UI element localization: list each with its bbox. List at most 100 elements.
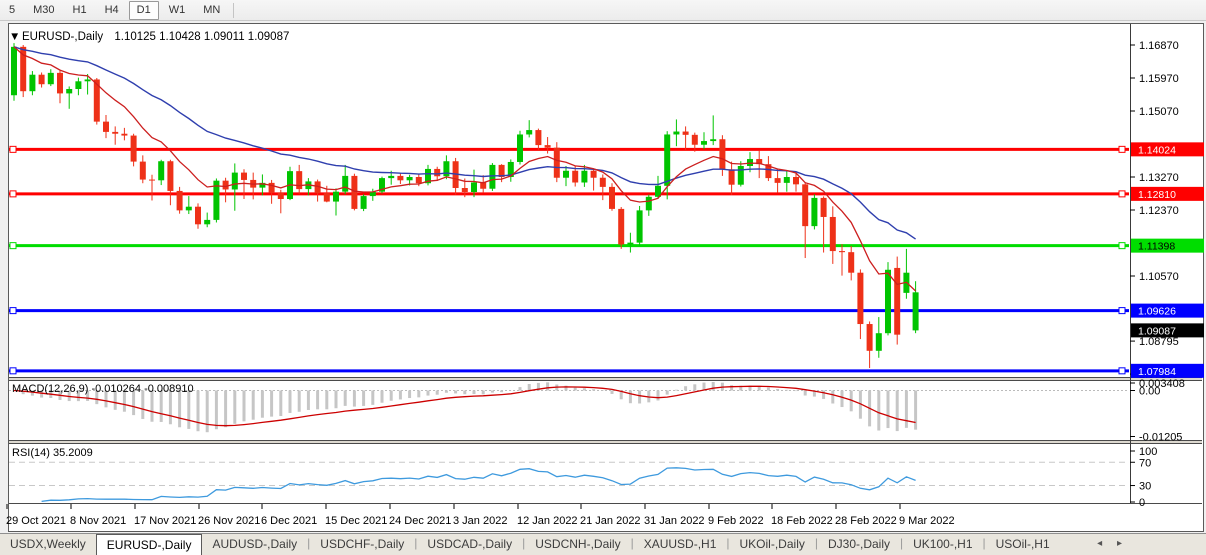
candle-body	[39, 75, 45, 85]
candle-body	[232, 173, 238, 190]
price-badge-label: 1.09626	[1138, 306, 1176, 318]
candle-body	[361, 196, 367, 209]
candle-body	[701, 141, 707, 145]
chart-tab-dj30-daily[interactable]: DJ30-,Daily	[818, 534, 900, 555]
chart-window-frame	[9, 24, 1204, 532]
level-handle[interactable]	[1119, 368, 1125, 374]
candle-body	[600, 178, 606, 187]
candle-body	[167, 161, 173, 191]
chart-tab-usdcad-daily[interactable]: USDCAD-,Daily	[417, 534, 522, 555]
candle-body	[821, 198, 827, 217]
level-handle[interactable]	[10, 146, 16, 152]
candle-body	[545, 145, 551, 148]
price-tick-label: 1.16870	[1139, 40, 1179, 52]
level-handle[interactable]	[10, 308, 16, 314]
chart-tab-usdcnh-daily[interactable]: USDCNH-,Daily	[525, 534, 630, 555]
candle-body	[618, 209, 624, 245]
candle-body	[223, 181, 229, 190]
level-handle[interactable]	[1119, 308, 1125, 314]
candle-body	[572, 171, 578, 183]
candle-body	[278, 192, 284, 199]
candle-body	[351, 176, 357, 209]
candle-body	[784, 177, 790, 183]
level-handle[interactable]	[1119, 243, 1125, 249]
chart-tab-eurusd-daily[interactable]: EURUSD-,Daily	[96, 534, 203, 555]
candle-body	[296, 171, 302, 189]
candle-body	[85, 79, 91, 81]
level-handle[interactable]	[10, 368, 16, 374]
timeframe-button-h4[interactable]: H4	[97, 1, 127, 20]
timeframe-button-h1[interactable]: H1	[65, 1, 95, 20]
candle-body	[149, 180, 155, 181]
timeframe-button-5[interactable]: 5	[1, 1, 23, 20]
date-label: 24 Dec 2021	[389, 515, 451, 527]
price-badge-label: 1.12810	[1138, 189, 1176, 201]
date-label: 3 Jan 2022	[453, 515, 507, 527]
scroll-right-icon[interactable]: ▸	[1117, 538, 1128, 549]
candle-body	[443, 161, 449, 176]
date-label: 9 Mar 2022	[899, 515, 955, 527]
candle-body	[738, 166, 744, 185]
candle-body	[637, 210, 643, 242]
candle-body	[811, 198, 817, 226]
level-handle[interactable]	[10, 191, 16, 197]
candle-body	[830, 217, 836, 251]
candle-body	[434, 169, 440, 176]
candle-body	[710, 139, 716, 141]
candle-body	[48, 73, 54, 84]
candle-body	[885, 270, 891, 333]
price-tick-label: 1.15070	[1139, 106, 1179, 118]
candle-body	[186, 207, 192, 211]
candle-body	[591, 171, 597, 178]
candle-body	[204, 220, 210, 224]
date-label: 6 Dec 2021	[261, 515, 317, 527]
candle-body	[131, 136, 137, 162]
chart-tab-usoil-h1[interactable]: USOil-,H1	[986, 534, 1060, 555]
candle-body	[894, 268, 900, 335]
chart-tab-usdchf-daily[interactable]: USDCHF-,Daily	[310, 534, 414, 555]
toolbar-separator	[233, 3, 234, 18]
candle-body	[269, 183, 275, 193]
candle-body	[913, 292, 919, 330]
candle-body	[775, 178, 781, 183]
candle-body	[517, 134, 523, 162]
timeframe-button-d1[interactable]: D1	[129, 1, 159, 20]
date-label: 12 Jan 2022	[517, 515, 578, 527]
candle-body	[683, 132, 689, 135]
chart-frame	[9, 24, 1204, 532]
chart-tab-uk100-h1[interactable]: UK100-,H1	[903, 534, 982, 555]
chart-tab-xauusd-h1[interactable]: XAUUSD-,H1	[634, 534, 727, 555]
macd-label: MACD(12,26,9) -0.010264 -0.008910	[12, 383, 194, 395]
chart-tab-audusd-daily[interactable]: AUDUSD-,Daily	[202, 534, 307, 555]
candle-body	[462, 188, 468, 192]
candle-body	[664, 134, 670, 185]
timeframe-button-w1[interactable]: W1	[161, 1, 194, 20]
timeframe-button-m30[interactable]: M30	[25, 1, 62, 20]
date-label: 31 Jan 2022	[644, 515, 705, 527]
candle-body	[729, 169, 735, 184]
tab-scroll-arrows: ◂ ▸	[1097, 538, 1128, 549]
candle-body	[333, 192, 339, 202]
chart-collapse-icon[interactable]: ▼	[9, 31, 20, 43]
candle-body	[342, 176, 348, 192]
candle-body	[195, 207, 201, 225]
date-label: 26 Nov 2021	[198, 515, 260, 527]
level-handle[interactable]	[1119, 191, 1125, 197]
candle-body	[535, 130, 541, 145]
mt4-terminal-window: 5M30H1H4D1W1MN 1.168701.159701.150701.13…	[0, 0, 1206, 555]
price-badge-label: 1.14024	[1138, 144, 1176, 156]
rsi-axis-label: 100	[1139, 446, 1157, 458]
date-label: 17 Nov 2021	[134, 515, 196, 527]
chart-title-symbol: EURUSD-,Daily	[22, 31, 103, 43]
price-tick-label: 1.13270	[1139, 172, 1179, 184]
candle-body	[857, 273, 863, 324]
level-handle[interactable]	[1119, 146, 1125, 152]
candle-body	[692, 135, 698, 145]
scroll-left-icon[interactable]: ◂	[1097, 538, 1108, 549]
chart-tab-usdx-weekly[interactable]: USDX,Weekly	[0, 534, 96, 555]
timeframe-button-mn[interactable]: MN	[195, 1, 228, 20]
date-label: 15 Dec 2021	[325, 515, 387, 527]
candle-body	[66, 89, 72, 93]
chart-tab-ukoil-daily[interactable]: UKOil-,Daily	[730, 534, 815, 555]
level-handle[interactable]	[10, 243, 16, 249]
